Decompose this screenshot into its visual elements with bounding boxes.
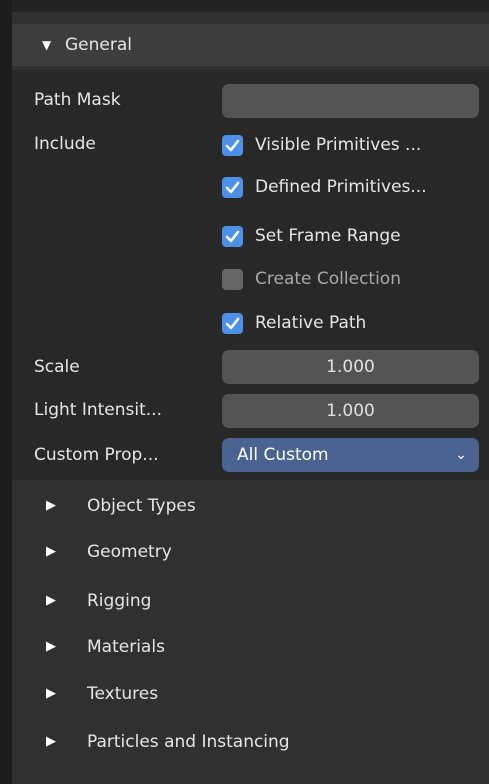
path-mask-input[interactable]	[222, 84, 479, 118]
triangle-right-icon: ▶	[46, 639, 56, 654]
section-geometry[interactable]: ▶ Geometry	[12, 531, 489, 577]
section-title-general: General	[65, 35, 132, 55]
section-title-textures: Textures	[87, 684, 159, 704]
section-rigging[interactable]: ▶ Rigging	[12, 580, 489, 626]
section-object-types[interactable]: ▶ Object Types	[12, 485, 489, 531]
light-intensity-label: Light Intensit...	[34, 400, 162, 420]
section-textures[interactable]: ▶ Textures	[12, 673, 489, 719]
checkbox-create-collection[interactable]: Create Collection	[222, 265, 401, 293]
section-title-rigging: Rigging	[87, 591, 152, 611]
light-intensity-field[interactable]: 1.000	[222, 394, 479, 428]
include-label: Include	[34, 134, 96, 154]
custom-props-value: All Custom	[237, 445, 329, 465]
checkbox-checked-icon[interactable]	[222, 225, 243, 247]
set-frame-range-label: Set Frame Range	[255, 226, 401, 246]
section-particles-instancing[interactable]: ▶ Particles and Instancing	[12, 721, 489, 767]
custom-props-dropdown[interactable]: All Custom ⌄	[222, 438, 479, 472]
custom-props-label: Custom Prop...	[34, 445, 159, 465]
triangle-down-icon: ▼	[42, 38, 52, 52]
create-collection-label: Create Collection	[255, 269, 401, 289]
defined-primitives-label: Defined Primitives...	[255, 177, 427, 197]
triangle-right-icon: ▶	[46, 593, 56, 608]
checkbox-checked-icon[interactable]	[222, 176, 243, 198]
checkbox-relative-path[interactable]: Relative Path	[222, 309, 366, 337]
path-mask-label: Path Mask	[34, 90, 121, 110]
properties-panel: ▼ General Path Mask Include Visible Prim…	[0, 0, 489, 784]
triangle-right-icon: ▶	[46, 544, 56, 559]
checkbox-set-frame-range[interactable]: Set Frame Range	[222, 222, 401, 250]
section-title-materials: Materials	[87, 637, 165, 657]
section-title-geometry: Geometry	[87, 542, 172, 562]
checkbox-checked-icon[interactable]	[222, 312, 243, 334]
section-title-object-types: Object Types	[87, 496, 196, 516]
triangle-right-icon: ▶	[46, 686, 56, 701]
visible-primitives-label: Visible Primitives ...	[255, 135, 422, 155]
scale-label: Scale	[34, 357, 80, 377]
chevron-down-icon: ⌄	[455, 447, 467, 463]
section-title-particles-instancing: Particles and Instancing	[87, 732, 290, 752]
checkbox-unchecked-icon[interactable]	[222, 268, 243, 290]
checkbox-checked-icon[interactable]	[222, 134, 243, 156]
top-strip	[0, 0, 489, 12]
left-border	[0, 0, 12, 784]
relative-path-label: Relative Path	[255, 313, 367, 333]
section-materials[interactable]: ▶ Materials	[12, 626, 489, 672]
triangle-right-icon: ▶	[46, 498, 56, 513]
section-header-general[interactable]: ▼ General	[12, 24, 489, 66]
scale-field[interactable]: 1.000	[222, 350, 479, 384]
triangle-right-icon: ▶	[46, 734, 56, 749]
checkbox-defined-primitives[interactable]: Defined Primitives...	[222, 173, 427, 201]
checkbox-visible-primitives[interactable]: Visible Primitives ...	[222, 131, 421, 159]
